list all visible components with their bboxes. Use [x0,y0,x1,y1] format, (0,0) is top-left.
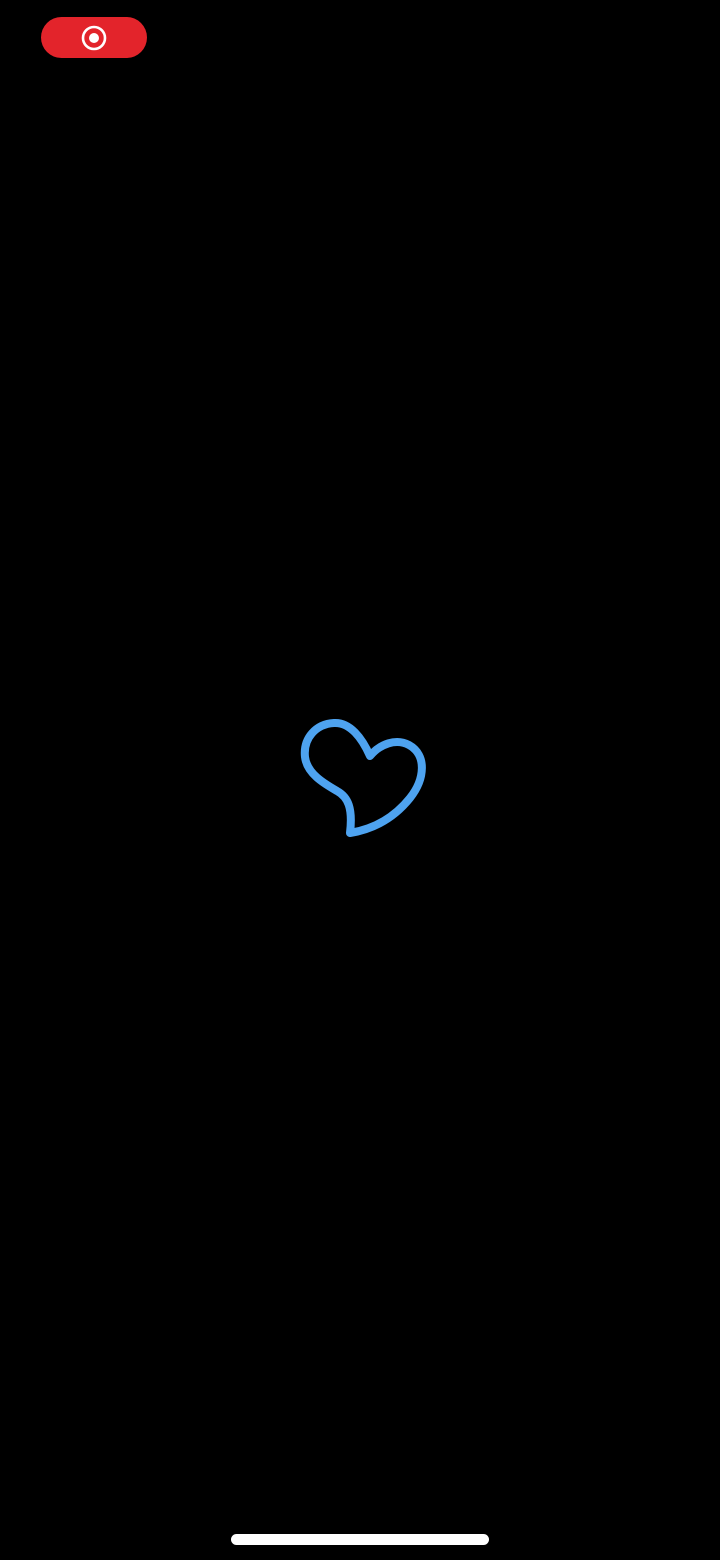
splash-screen [0,0,720,1560]
screen-recording-indicator[interactable] [41,17,147,58]
record-icon [81,25,107,50]
home-indicator[interactable] [231,1534,489,1545]
status-bar [0,0,720,80]
heart-outline-icon [300,719,426,837]
